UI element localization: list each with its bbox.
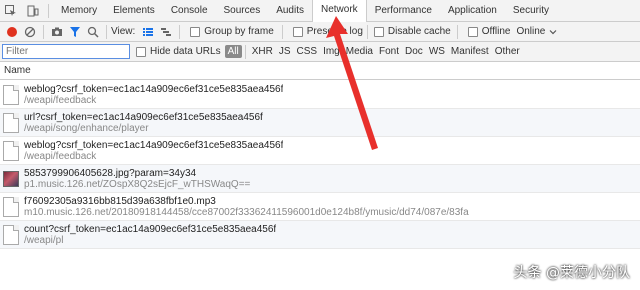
- table-row[interactable]: weblog?csrf_token=ec1ac14a909ec6ef31ce5e…: [0, 81, 640, 109]
- tab-memory[interactable]: Memory: [53, 0, 105, 22]
- column-header-name[interactable]: Name: [0, 62, 640, 80]
- throttling-value: Online: [516, 26, 546, 37]
- overview-view-button[interactable]: [157, 23, 175, 41]
- capture-screenshots-button[interactable]: [48, 23, 66, 41]
- tab-separator: [48, 3, 49, 18]
- watermark-text: 头条 @莱德小分队: [513, 265, 630, 281]
- request-name: weblog?csrf_token=ec1ac14a909ec6ef31ce5e…: [24, 139, 284, 151]
- throttling-select[interactable]: Online: [516, 26, 557, 37]
- search-button[interactable]: [84, 23, 102, 41]
- filter-type-doc[interactable]: Doc: [402, 46, 426, 57]
- large-rows-view-button[interactable]: [139, 23, 157, 41]
- chevron-down-icon: [549, 29, 557, 34]
- request-path: /weapi/song/enhance/player: [24, 122, 149, 134]
- devtools-tab-bar: Memory Elements Console Sources Audits N…: [0, 0, 640, 22]
- preserve-log-checkbox[interactable]: [292, 26, 303, 37]
- request-path: m10.music.126.net/20180918144458/cce8700…: [24, 206, 469, 218]
- tab-elements[interactable]: Elements: [105, 0, 163, 22]
- file-icon: [3, 112, 19, 133]
- file-icon: [3, 196, 19, 217]
- filter-type-ws[interactable]: WS: [426, 46, 448, 57]
- list-view-icon: [143, 27, 154, 36]
- offline-checkbox[interactable]: [467, 26, 478, 37]
- toolbar-separator: [106, 24, 107, 39]
- tab-security[interactable]: Security: [505, 0, 557, 22]
- preserve-log-label: Preserve log: [306, 26, 363, 37]
- table-row[interactable]: weblog?csrf_token=ec1ac14a909ec6ef31ce5e…: [0, 137, 640, 165]
- request-list: weblog?csrf_token=ec1ac14a909ec6ef31ce5e…: [0, 81, 640, 249]
- record-icon: [7, 26, 17, 37]
- filter-type-img[interactable]: Img: [320, 46, 343, 57]
- request-path: p1.music.126.net/ZOspX8Q2sEjcF_wTHSWaqQ=…: [24, 178, 251, 190]
- filter-type-manifest[interactable]: Manifest: [448, 46, 492, 57]
- clear-icon: [24, 26, 36, 37]
- file-icon: [3, 140, 19, 161]
- toolbar-separator: [456, 24, 458, 39]
- file-icon: [3, 224, 19, 245]
- tab-performance[interactable]: Performance: [367, 0, 440, 22]
- network-filter-bar: Hide data URLs All XHR JS CSS Img Media …: [0, 42, 640, 62]
- tab-network[interactable]: Network: [312, 0, 367, 22]
- waterfall-icon: [161, 27, 172, 36]
- filter-type-all[interactable]: All: [224, 45, 242, 58]
- filter-input[interactable]: [2, 44, 130, 59]
- group-by-frame-label: Group by frame: [204, 26, 274, 37]
- camera-icon: [52, 27, 62, 36]
- image-thumbnail: [3, 170, 19, 187]
- toolbar-separator: [179, 24, 181, 39]
- request-path: /weapi/feedback: [24, 150, 97, 162]
- filter-type-media[interactable]: Media: [343, 46, 376, 57]
- filter-icon: [70, 26, 80, 37]
- view-label: View:: [111, 26, 136, 37]
- table-row[interactable]: f76092305a9316bb815d39a638fbf1e0.mp3 m10…: [0, 193, 640, 221]
- filter-type-css[interactable]: CSS: [294, 46, 321, 57]
- hide-data-urls-checkbox[interactable]: [136, 46, 146, 57]
- request-path: /weapi/feedback: [24, 94, 97, 106]
- tab-audits[interactable]: Audits: [268, 0, 312, 22]
- request-name: 5853799906405628.jpg?param=34y34: [24, 167, 197, 179]
- filter-type-font[interactable]: Font: [376, 46, 402, 57]
- request-name: count?csrf_token=ec1ac14a909ec6ef31ce5e8…: [24, 223, 277, 235]
- table-row[interactable]: 5853799906405628.jpg?param=34y34 p1.musi…: [0, 165, 640, 193]
- offline-label: Offline: [481, 26, 511, 37]
- device-toolbar-icon[interactable]: [22, 0, 44, 22]
- table-row[interactable]: url?csrf_token=ec1ac14a909ec6ef31ce5e835…: [0, 109, 640, 137]
- file-icon: [3, 84, 19, 105]
- filter-toggle-button[interactable]: [66, 23, 84, 41]
- toolbar-separator: [366, 24, 368, 39]
- toolbar-separator: [43, 24, 44, 39]
- inspect-element-icon[interactable]: [0, 0, 22, 22]
- group-by-frame-checkbox[interactable]: [190, 26, 201, 37]
- toolbar-separator: [281, 24, 283, 39]
- record-button[interactable]: [3, 23, 21, 41]
- filter-type-js[interactable]: JS: [276, 46, 294, 57]
- filter-type-xhr[interactable]: XHR: [249, 46, 276, 57]
- request-name: f76092305a9316bb815d39a638fbf1e0.mp3: [24, 195, 216, 207]
- tab-sources[interactable]: Sources: [216, 0, 269, 22]
- filter-type-other[interactable]: Other: [492, 46, 523, 57]
- table-row[interactable]: count?csrf_token=ec1ac14a909ec6ef31ce5e8…: [0, 221, 640, 249]
- request-name: weblog?csrf_token=ec1ac14a909ec6ef31ce5e…: [24, 83, 284, 95]
- request-name: url?csrf_token=ec1ac14a909ec6ef31ce5e835…: [24, 111, 263, 123]
- filter-separator: [244, 44, 246, 59]
- hide-data-urls-label: Hide data URLs: [150, 46, 221, 57]
- request-path: /weapi/pl: [24, 234, 64, 246]
- network-toolbar: View: Group by frame Preserve log Disabl…: [0, 22, 640, 42]
- disable-cache-label: Disable cache: [387, 26, 451, 37]
- tab-console[interactable]: Console: [163, 0, 216, 22]
- clear-button[interactable]: [21, 23, 39, 41]
- search-icon: [87, 26, 99, 38]
- disable-cache-checkbox[interactable]: [373, 26, 384, 37]
- tab-application[interactable]: Application: [440, 0, 505, 22]
